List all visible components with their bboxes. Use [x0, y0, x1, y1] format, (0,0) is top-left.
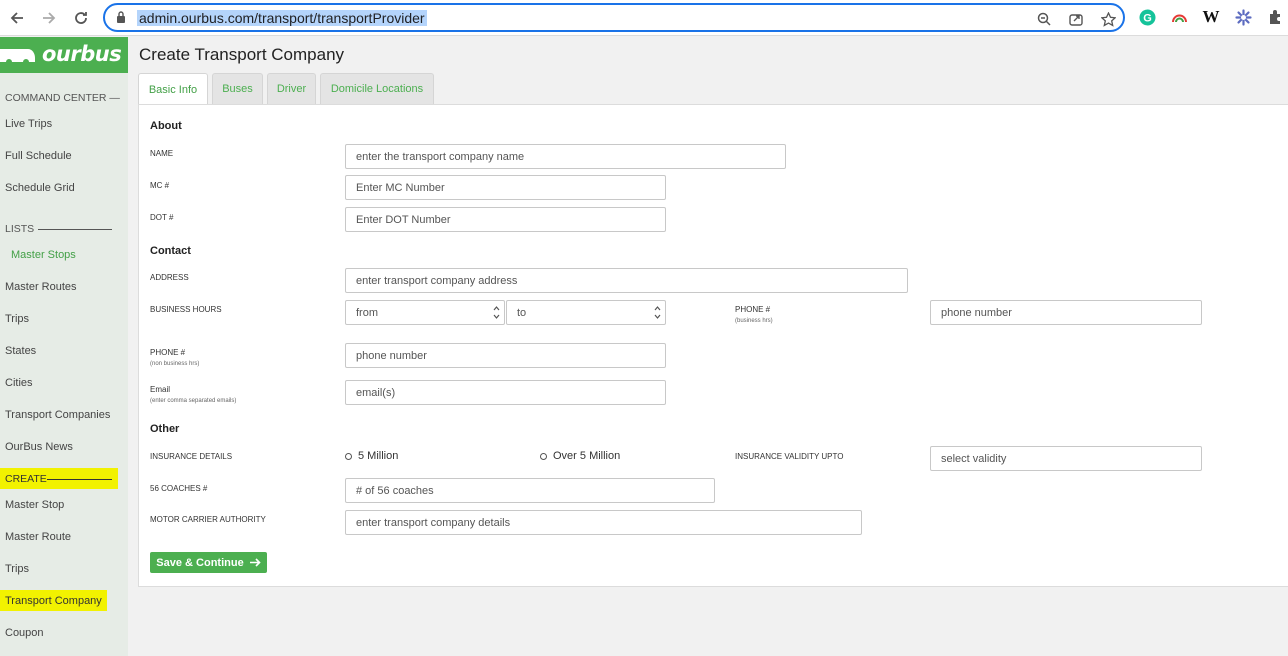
sidebar-item-ourbus-news[interactable]: OurBus News	[5, 441, 73, 453]
phone-non-business-label: PHONE #	[150, 348, 186, 357]
logo-text: ourbus	[42, 42, 122, 66]
phone-business-sublabel: (business hrs)	[735, 318, 773, 324]
coaches-label: 56 COACHES #	[150, 484, 208, 493]
tab-buses[interactable]: Buses	[212, 73, 263, 104]
save-continue-button[interactable]: Save & Continue	[150, 552, 267, 573]
mc-label: MC #	[150, 181, 170, 190]
tab-basic-info[interactable]: Basic Info	[138, 73, 208, 105]
dot-label: DOT #	[150, 213, 174, 222]
insurance-5-million-radio[interactable]: 5 Million	[345, 450, 398, 462]
email-label: Email	[150, 385, 171, 394]
command-center-heading: COMMAND CENTER —	[5, 92, 120, 104]
sidebar-item-cities[interactable]: Cities	[5, 377, 33, 389]
sidebar-item-states[interactable]: States	[5, 345, 36, 357]
about-heading: About	[150, 120, 182, 132]
svg-text:G: G	[1143, 12, 1152, 24]
puzzle-flower-icon[interactable]	[1234, 8, 1252, 26]
create-divider	[47, 479, 112, 480]
phone-non-business-input[interactable]: phone number	[345, 343, 666, 368]
address-bar[interactable]: admin.ourbus.com/transport/transportProv…	[103, 3, 1125, 32]
bus-icon	[0, 49, 35, 65]
share-icon[interactable]	[1067, 10, 1085, 28]
address-input[interactable]: enter transport company address	[345, 268, 908, 293]
phone-non-business-sublabel: (non business hrs)	[150, 361, 200, 367]
lock-icon	[116, 10, 126, 29]
sidebar-item-master-routes[interactable]: Master Routes	[5, 281, 77, 293]
grammarly-icon[interactable]: G	[1138, 8, 1156, 26]
hours-to-value: to	[517, 306, 527, 319]
other-heading: Other	[150, 423, 180, 435]
insurance-label: INSURANCE DETAILS	[150, 452, 233, 461]
address-label: ADDRESS	[150, 273, 189, 282]
tab-driver[interactable]: Driver	[267, 73, 316, 104]
tab-domicile-locations[interactable]: Domicile Locations	[320, 73, 434, 104]
wikipedia-icon[interactable]: W	[1202, 7, 1220, 26]
insurance-over-5-million-radio[interactable]: Over 5 Million	[540, 450, 620, 462]
ourbus-logo[interactable]: ourbus	[0, 37, 128, 73]
create-heading: CREATE	[5, 473, 47, 485]
insurance-over-5-million-label: Over 5 Million	[553, 450, 621, 462]
rainbow-icon[interactable]	[1170, 8, 1188, 26]
hours-from-select[interactable]: from	[345, 300, 505, 325]
url-text[interactable]: admin.ourbus.com/transport/transportProv…	[137, 10, 427, 26]
company-name-input[interactable]: enter the transport company name	[345, 144, 786, 169]
insurance-5-million-label: 5 Million	[358, 450, 399, 462]
phone-business-label: PHONE #	[735, 305, 771, 314]
motor-carrier-authority-label: MOTOR CARRIER AUTHORITY	[150, 515, 266, 524]
extensions-icon[interactable]	[1266, 8, 1284, 26]
motor-carrier-authority-input[interactable]: enter transport company details	[345, 510, 862, 535]
sidebar-item-transport-companies[interactable]: Transport Companies	[5, 409, 110, 421]
mc-number-input[interactable]: Enter MC Number	[345, 175, 666, 200]
sidebar: ourbus COMMAND CENTER — Live Trips Full …	[0, 37, 128, 656]
sidebar-item-transport-company[interactable]: Transport Company	[5, 595, 102, 607]
back-icon[interactable]	[5, 6, 29, 30]
phone-business-input[interactable]: phone number	[930, 300, 1202, 325]
reload-icon[interactable]	[69, 6, 93, 30]
forward-icon[interactable]	[37, 6, 61, 30]
sidebar-item-live-trips[interactable]: Live Trips	[5, 118, 52, 130]
spinner-icon	[493, 306, 500, 319]
sidebar-item-master-stop[interactable]: Master Stop	[5, 499, 64, 511]
browser-toolbar: admin.ourbus.com/transport/transportProv…	[0, 0, 1288, 36]
save-continue-label: Save & Continue	[156, 556, 244, 569]
hours-to-select[interactable]: to	[506, 300, 666, 325]
contact-heading: Contact	[150, 245, 191, 257]
lists-heading: LISTS	[5, 223, 35, 235]
business-hours-label: BUSINESS HOURS	[150, 305, 222, 314]
name-label: NAME	[150, 149, 174, 158]
spinner-icon	[654, 306, 661, 319]
coaches-input[interactable]: # of 56 coaches	[345, 478, 715, 503]
lists-divider	[38, 229, 112, 230]
sidebar-item-master-route[interactable]: Master Route	[5, 531, 71, 543]
zoom-icon[interactable]	[1035, 10, 1053, 28]
dot-number-input[interactable]: Enter DOT Number	[345, 207, 666, 232]
insurance-validity-input[interactable]: select validity	[930, 446, 1202, 471]
arrow-right-icon	[249, 558, 261, 567]
sidebar-item-trips[interactable]: Trips	[5, 313, 29, 325]
radio-circle-icon	[540, 452, 547, 460]
sidebar-item-full-schedule[interactable]: Full Schedule	[5, 150, 72, 162]
sidebar-item-master-stops[interactable]: Master Stops	[11, 249, 76, 261]
page-title: Create Transport Company	[139, 45, 345, 64]
bookmark-star-icon[interactable]	[1099, 10, 1117, 28]
sidebar-item-schedule-grid[interactable]: Schedule Grid	[5, 182, 75, 194]
insurance-validity-label: INSURANCE VALIDITY UPTO	[735, 452, 844, 461]
hours-from-value: from	[356, 306, 378, 319]
email-sublabel: (enter comma separated emails)	[150, 398, 237, 404]
sidebar-item-create-trips[interactable]: Trips	[5, 563, 29, 575]
sidebar-item-coupon[interactable]: Coupon	[5, 627, 44, 639]
email-input[interactable]: email(s)	[345, 380, 666, 405]
radio-circle-icon	[345, 452, 352, 460]
